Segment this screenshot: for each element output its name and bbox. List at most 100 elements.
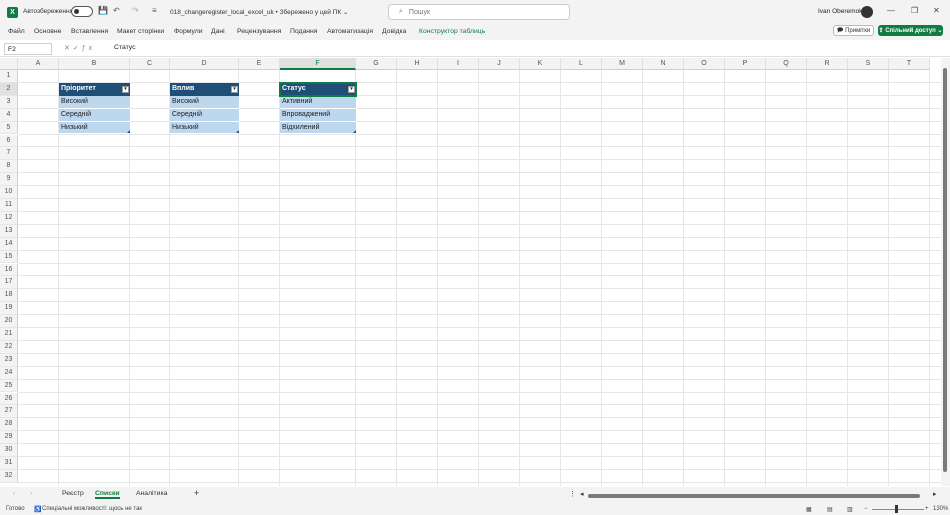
filter-dropdown-icon[interactable]: ▾ [122,85,129,93]
column-header[interactable]: N [643,58,684,70]
row-header[interactable]: 2 [0,82,18,96]
undo-icon[interactable]: ↶ [113,6,120,15]
column-header[interactable]: Q [766,58,807,70]
column-header[interactable]: O [684,58,725,70]
table-cell[interactable]: Активний [280,95,356,109]
row-header[interactable]: 23 [0,353,18,367]
table-header-cell[interactable]: Вплив ▾ [170,82,239,96]
tab-view[interactable]: Подання [290,28,317,35]
column-header[interactable]: D [170,58,239,70]
column-header[interactable]: B [59,58,130,70]
row-header[interactable]: 8 [0,160,18,174]
avatar[interactable] [861,6,873,18]
next-sheet-icon[interactable]: › [30,490,32,497]
table-cell[interactable]: Високий [59,95,130,109]
column-header[interactable]: M [602,58,643,70]
table-resize-handle-icon[interactable] [236,130,239,134]
row-header[interactable]: 9 [0,173,18,187]
page-break-view-icon[interactable]: ▥ [847,506,853,513]
splitter-icon[interactable]: ⋮ [569,490,576,498]
sheet-tab-analytics[interactable]: Аналітика [136,490,167,497]
row-header[interactable]: 28 [0,418,18,432]
row-header[interactable]: 18 [0,289,18,303]
close-icon[interactable]: ✕ [933,6,940,15]
table-cell[interactable]: Низький [170,121,239,135]
column-header[interactable]: S [848,58,889,70]
row-header[interactable]: 1 [0,70,18,83]
row-header[interactable]: 3 [0,95,18,109]
normal-view-icon[interactable]: ▦ [806,506,812,513]
restore-icon[interactable]: ❐ [911,6,918,15]
scroll-left-icon[interactable]: ◂ [580,490,583,498]
row-header[interactable]: 24 [0,366,18,380]
tab-table-design[interactable]: Конструктор таблиць [419,28,485,35]
user-name[interactable]: Ivan Oberemok [818,8,862,15]
row-header[interactable]: 15 [0,250,18,264]
column-header[interactable]: C [130,58,170,70]
row-header[interactable]: 31 [0,457,18,470]
select-all-corner[interactable] [0,58,18,70]
row-header[interactable]: 30 [0,444,18,457]
row-header[interactable]: 12 [0,211,18,225]
tab-automate[interactable]: Автоматизація [327,28,373,35]
zoom-slider[interactable] [872,509,924,510]
tab-review[interactable]: Рецензування [237,28,281,35]
table-resize-handle-icon[interactable] [127,130,130,134]
column-header[interactable]: A [18,58,59,70]
column-header[interactable]: T [889,58,930,70]
column-header[interactable]: E [239,58,280,70]
tab-formulas[interactable]: Формули [174,28,203,35]
row-header[interactable]: 26 [0,392,18,406]
row-header[interactable]: 17 [0,276,18,290]
horizontal-scroll-thumb[interactable] [588,494,920,498]
page-layout-view-icon[interactable]: ▤ [827,506,833,513]
name-box[interactable]: F2 [4,43,52,55]
formula-input[interactable]: Статус [114,44,136,51]
column-header[interactable]: P [725,58,766,70]
row-header[interactable]: 5 [0,121,18,135]
zoom-level[interactable]: 130% [933,506,948,512]
share-button[interactable]: ⇪ Спільний доступ ⌄ [878,25,943,36]
table-cell[interactable]: Високий [170,95,239,109]
tab-help[interactable]: Довідка [382,28,406,35]
row-header[interactable]: 21 [0,328,18,341]
document-title[interactable]: 018_changeregister_local_excel_uk • Збер… [170,8,348,16]
notes-button[interactable]: 🗩 Примітки [833,25,874,36]
column-header[interactable]: G [356,58,397,70]
autosave-toggle[interactable] [71,6,93,17]
tab-insert[interactable]: Вставлення [71,28,108,35]
table-cell[interactable]: Середній [170,108,239,122]
sheet-tab-register[interactable]: Реєстр [62,490,84,497]
column-header[interactable]: L [561,58,602,70]
row-header[interactable]: 29 [0,431,18,445]
scroll-right-icon[interactable]: ▸ [933,490,936,498]
customize-toolbar-icon[interactable]: ≡ [152,6,157,15]
row-header[interactable]: 27 [0,405,18,419]
zoom-out-icon[interactable]: − [864,506,868,512]
tab-page-layout[interactable]: Макет сторінки [117,28,164,35]
tab-home[interactable]: Основне [34,28,61,35]
table-cell[interactable]: Низький [59,121,130,135]
column-header[interactable]: I [438,58,479,70]
tab-data[interactable]: Дані [211,28,225,35]
prev-sheet-icon[interactable]: ‹ [13,490,15,497]
row-header[interactable]: 22 [0,340,18,354]
minimize-icon[interactable]: — [887,6,895,15]
row-header[interactable]: 7 [0,147,18,161]
filter-dropdown-icon[interactable]: ▾ [231,85,238,93]
row-header[interactable]: 16 [0,263,18,277]
row-header[interactable]: 25 [0,379,18,393]
row-header[interactable]: 14 [0,237,18,251]
search-box[interactable]: ⌕ Пошук [388,4,570,20]
row-header[interactable]: 10 [0,186,18,199]
zoom-in-icon[interactable]: + [925,506,929,512]
add-sheet-icon[interactable]: + [194,488,199,498]
column-header[interactable]: K [520,58,561,70]
table-resize-handle-icon[interactable] [353,130,356,134]
spreadsheet-grid[interactable]: A B C D E F G H I J K L M N O P Q R S T 1 2 3 4 5 6 7 8 9 10 11 12 13 14 1… [0,58,941,486]
tab-file[interactable]: Файл [8,28,25,35]
sheet-tab-lists[interactable]: Списки [95,490,120,499]
column-header[interactable]: J [479,58,520,70]
redo-icon[interactable]: ↷ [132,6,139,15]
column-header[interactable]: H [397,58,438,70]
